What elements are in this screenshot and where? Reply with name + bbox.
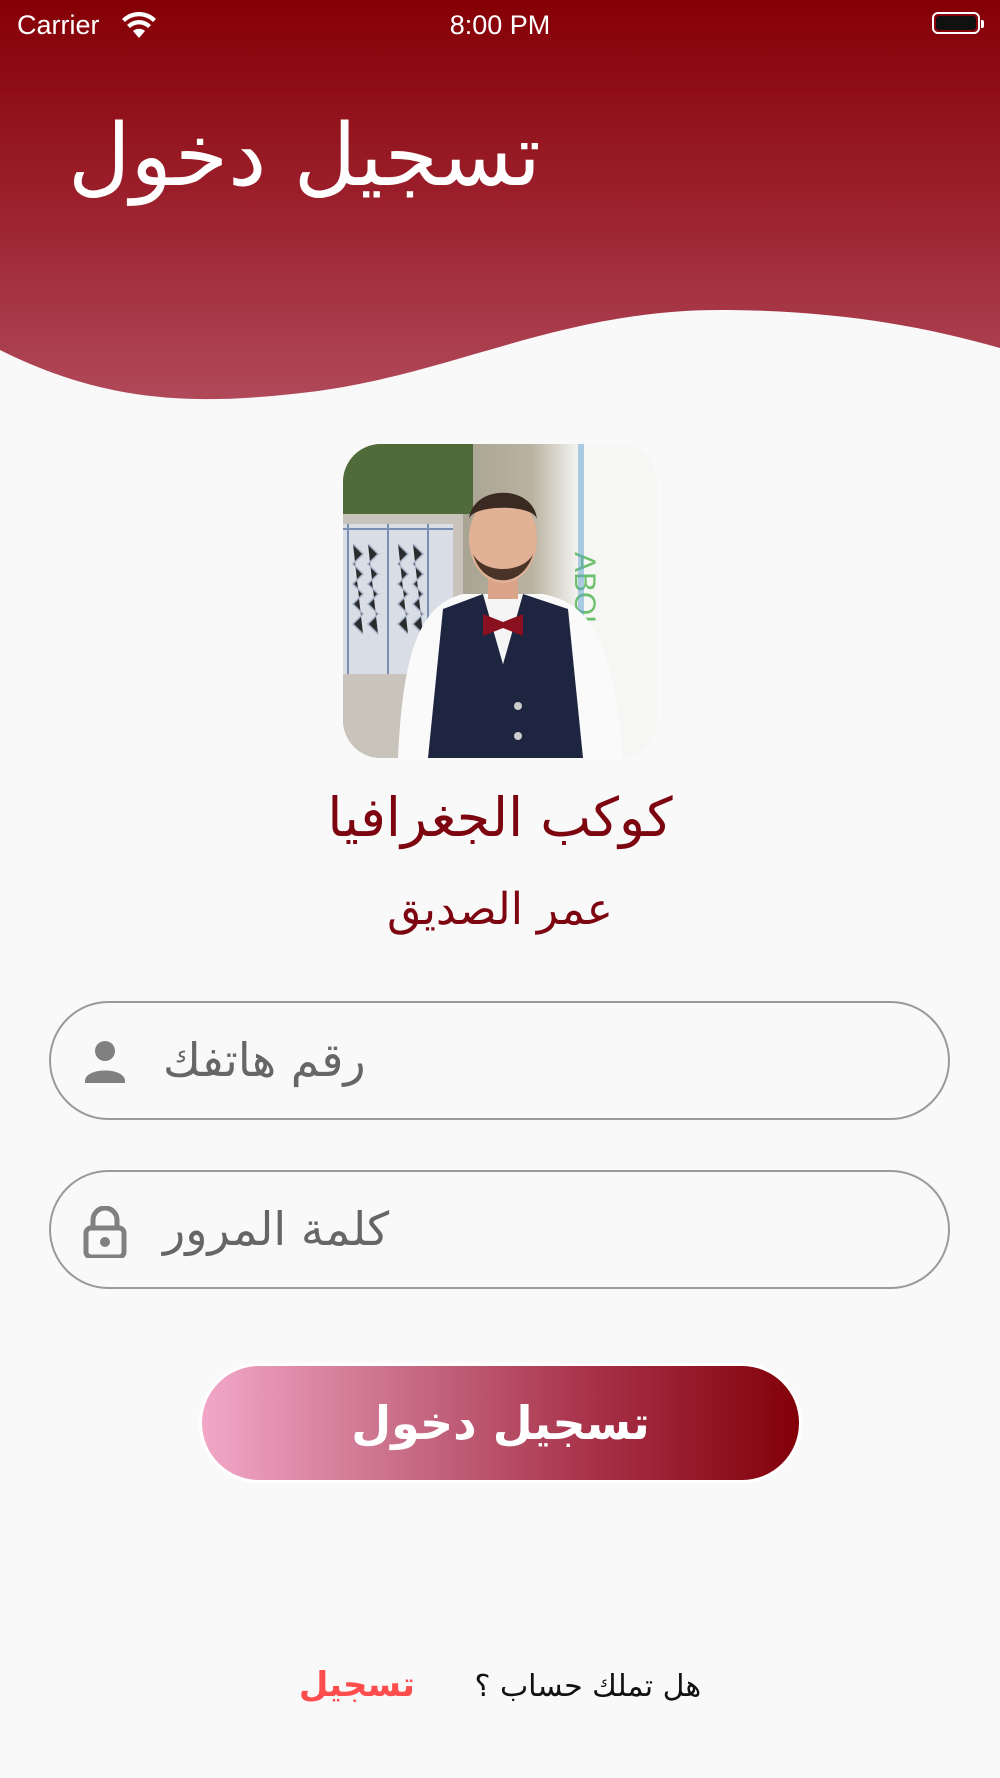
phone-field[interactable]: رقم هاتفك (49, 1001, 950, 1120)
register-prompt: هل تملك حساب ؟ تسجيل (0, 1665, 1000, 1705)
status-time: 8:00 PM (449, 10, 551, 40)
lock-icon (83, 1206, 127, 1258)
profile-photo: ABOU SE (343, 444, 657, 758)
login-button[interactable]: تسجيل دخول (202, 1366, 799, 1480)
status-bar: Carrier 8:00 PM (0, 0, 1000, 50)
battery-full-icon (932, 12, 984, 34)
app-name: كوكب الجغرافيا (327, 786, 673, 849)
header-wave (0, 310, 1000, 430)
password-placeholder: كلمة المرور (163, 1202, 390, 1256)
person-icon (85, 1041, 125, 1083)
page-title: تسجيل دخول (68, 106, 541, 206)
register-link[interactable]: تسجيل (299, 1665, 415, 1705)
phone-placeholder: رقم هاتفك (163, 1033, 366, 1087)
author-name: عمر الصديق (387, 884, 613, 935)
account-question: هل تملك حساب ؟ (474, 1669, 702, 1704)
header-background (0, 0, 1000, 430)
password-field[interactable]: كلمة المرور (49, 1170, 950, 1289)
